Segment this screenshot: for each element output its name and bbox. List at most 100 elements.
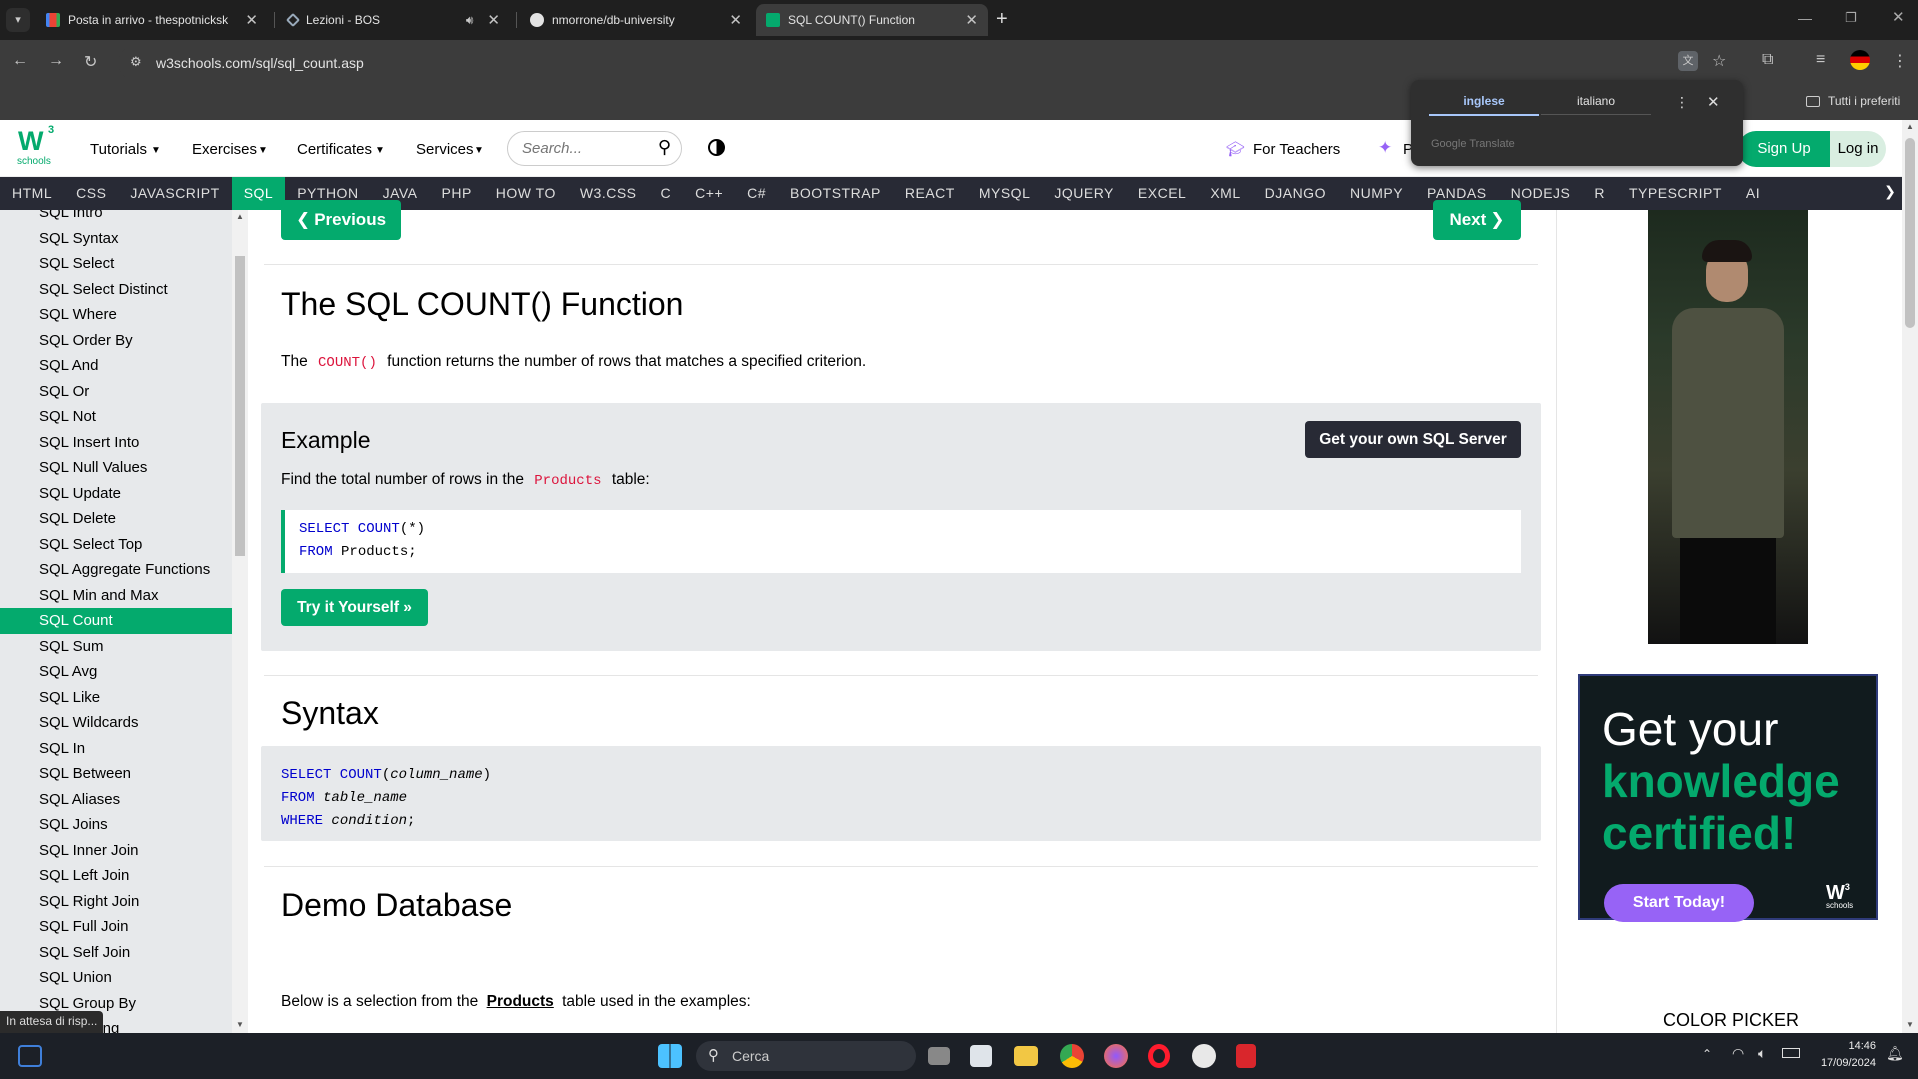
close-icon[interactable]: ✕ [1707, 93, 1720, 111]
topnav-item-c-[interactable]: C# [735, 177, 778, 210]
topnav-item-jquery[interactable]: JQUERY [1042, 177, 1126, 210]
previous-button[interactable]: ❮ Previous [281, 200, 401, 240]
chrome-icon[interactable] [1060, 1044, 1084, 1068]
sidebar-item-sql-count[interactable]: SQL Count [0, 608, 232, 634]
app-icon[interactable] [1192, 1044, 1216, 1068]
close-icon[interactable]: ✕ [487, 11, 500, 29]
ad-photo[interactable] [1648, 210, 1808, 644]
scroll-thumb[interactable] [235, 256, 245, 556]
sidebar-item-sql-order-by[interactable]: SQL Order By [0, 328, 232, 354]
topnav-item-xml[interactable]: XML [1198, 177, 1252, 210]
topnav-item-ai[interactable]: AI [1734, 177, 1772, 210]
sidebar-item-sql-inner-join[interactable]: SQL Inner Join [0, 838, 232, 864]
lang-to-tab[interactable]: italiano [1541, 94, 1651, 115]
topnav-item-mysql[interactable]: MYSQL [967, 177, 1043, 210]
page-scrollbar[interactable]: ▲ ▼ [1902, 120, 1918, 1033]
sidebar-item-sql-sum[interactable]: SQL Sum [0, 634, 232, 660]
sidebar-item-sql-union[interactable]: SQL Union [0, 965, 232, 991]
sidebar-item-sql-and[interactable]: SQL And [0, 353, 232, 379]
battery-icon[interactable] [1782, 1048, 1800, 1058]
sidebar-item-sql-intro[interactable]: SQL Intro [0, 210, 232, 226]
wifi-icon[interactable]: ◠ [1732, 1045, 1744, 1062]
sidebar-item-sql-select[interactable]: SQL Select [0, 251, 232, 277]
sidebar-item-sql-syntax[interactable]: SQL Syntax [0, 226, 232, 252]
scroll-down-icon[interactable]: ▼ [236, 1020, 244, 1029]
scroll-up-icon[interactable]: ▲ [236, 212, 244, 221]
tab-lezioni[interactable]: Lezioni - BOS 🔊︎ ✕ [278, 4, 510, 36]
topnav-item-html[interactable]: HTML [0, 177, 64, 210]
theme-toggle-icon[interactable] [708, 139, 725, 156]
topnav-item-django[interactable]: DJANGO [1253, 177, 1338, 210]
close-icon[interactable]: ✕ [245, 11, 258, 29]
sidebar-item-sql-insert-into[interactable]: SQL Insert Into [0, 430, 232, 456]
new-tab-button[interactable]: + [996, 8, 1008, 31]
forward-icon[interactable]: → [48, 52, 64, 70]
clock-time[interactable]: 14:46 [1812, 1040, 1876, 1052]
lang-from-tab[interactable]: inglese [1429, 94, 1539, 116]
topnav-item-numpy[interactable]: NUMPY [1338, 177, 1415, 210]
translate-icon[interactable]: 文 [1678, 51, 1698, 71]
sidebar-item-sql-null-values[interactable]: SQL Null Values [0, 455, 232, 481]
certification-ad[interactable]: Get your knowledge certified! Start Toda… [1578, 674, 1878, 922]
next-button[interactable]: Next ❯ [1433, 200, 1521, 240]
star-icon[interactable]: ☆ [1712, 51, 1726, 71]
chevron-up-icon[interactable]: ⌃ [1702, 1047, 1712, 1061]
topnav-item-css[interactable]: CSS [64, 177, 118, 210]
topnav-item-sql[interactable]: SQL [231, 177, 286, 210]
scroll-thumb[interactable] [1905, 138, 1915, 328]
topnav-item-excel[interactable]: EXCEL [1126, 177, 1198, 210]
sidebar-item-sql-left-join[interactable]: SQL Left Join [0, 863, 232, 889]
reading-list-icon[interactable]: ≡ [1816, 51, 1825, 69]
tab-gmail[interactable]: Posta in arrivo - thespotnicksk ✕ [36, 4, 268, 36]
sidebar-item-sql-not[interactable]: SQL Not [0, 404, 232, 430]
topnav-item-php[interactable]: PHP [430, 177, 484, 210]
log-in-button[interactable]: Log in [1830, 131, 1886, 167]
topnav-item-c-[interactable]: C++ [683, 177, 735, 210]
topnav-item-bootstrap[interactable]: BOOTSTRAP [778, 177, 893, 210]
get-server-button[interactable]: Get your own SQL Server [1305, 421, 1521, 458]
tab-sql-count[interactable]: SQL COUNT() Function ✕ [756, 4, 988, 36]
sidebar-item-sql-select-distinct[interactable]: SQL Select Distinct [0, 277, 232, 303]
url-text[interactable]: w3schools.com/sql/sql_count.asp [156, 55, 364, 71]
sidebar-item-sql-full-join[interactable]: SQL Full Join [0, 914, 232, 940]
sidebar-item-sql-where[interactable]: SQL Where [0, 302, 232, 328]
close-window-icon[interactable]: ✕ [1892, 8, 1905, 26]
tab-search-button[interactable]: ▾ [6, 8, 30, 32]
sidebar-scrollbar[interactable]: ▲ ▼ [232, 210, 248, 1033]
sidebar-item-sql-aliases[interactable]: SQL Aliases [0, 787, 232, 813]
sidebar-item-sql-in[interactable]: SQL In [0, 736, 232, 762]
sidebar-item-sql-like[interactable]: SQL Like [0, 685, 232, 711]
sidebar-item-sql-self-join[interactable]: SQL Self Join [0, 940, 232, 966]
nav-tutorials[interactable]: Tutorials [90, 141, 147, 158]
close-icon[interactable]: ✕ [729, 11, 742, 29]
w3schools-logo[interactable]: W 3 schools [16, 124, 60, 170]
volume-icon[interactable]: 🔈︎ [1758, 1045, 1766, 1062]
sidebar-item-sql-between[interactable]: SQL Between [0, 761, 232, 787]
sidebar-item-sql-delete[interactable]: SQL Delete [0, 506, 232, 532]
close-icon[interactable]: ✕ [965, 11, 978, 29]
sidebar-item-sql-update[interactable]: SQL Update [0, 481, 232, 507]
search-input[interactable] [522, 140, 642, 157]
file-explorer-icon[interactable] [1014, 1046, 1038, 1066]
notification-bell-icon[interactable]: 🔔︎ [1886, 1045, 1904, 1062]
sign-up-button[interactable]: Sign Up [1738, 131, 1830, 167]
topnav-item-c[interactable]: C [649, 177, 684, 210]
store-icon[interactable] [970, 1045, 992, 1067]
pdf-app-icon[interactable] [1236, 1044, 1256, 1068]
all-bookmarks-label[interactable]: Tutti i preferiti [1828, 94, 1900, 108]
scroll-up-icon[interactable]: ▲ [1906, 122, 1914, 131]
nav-services[interactable]: Services [416, 141, 474, 158]
minimize-icon[interactable]: — [1798, 10, 1812, 26]
sidebar-item-sql-avg[interactable]: SQL Avg [0, 659, 232, 685]
nav-exercises[interactable]: Exercises [192, 141, 257, 158]
reload-icon[interactable]: ↻ [84, 52, 97, 72]
address-bar[interactable]: ⚙ w3schools.com/sql/sql_count.asp [118, 46, 1688, 80]
desktop-icon[interactable] [18, 1045, 42, 1067]
search-icon[interactable]: ⚲ [658, 137, 671, 158]
topnav-item-javascript[interactable]: JAVASCRIPT [118, 177, 231, 210]
search-box[interactable]: ⚲ [507, 131, 682, 166]
site-settings-icon[interactable]: ⚙ [130, 54, 142, 70]
topnav-item-how-to[interactable]: HOW TO [484, 177, 568, 210]
profile-avatar[interactable] [1850, 50, 1870, 70]
sidebar-item-sql-right-join[interactable]: SQL Right Join [0, 889, 232, 915]
